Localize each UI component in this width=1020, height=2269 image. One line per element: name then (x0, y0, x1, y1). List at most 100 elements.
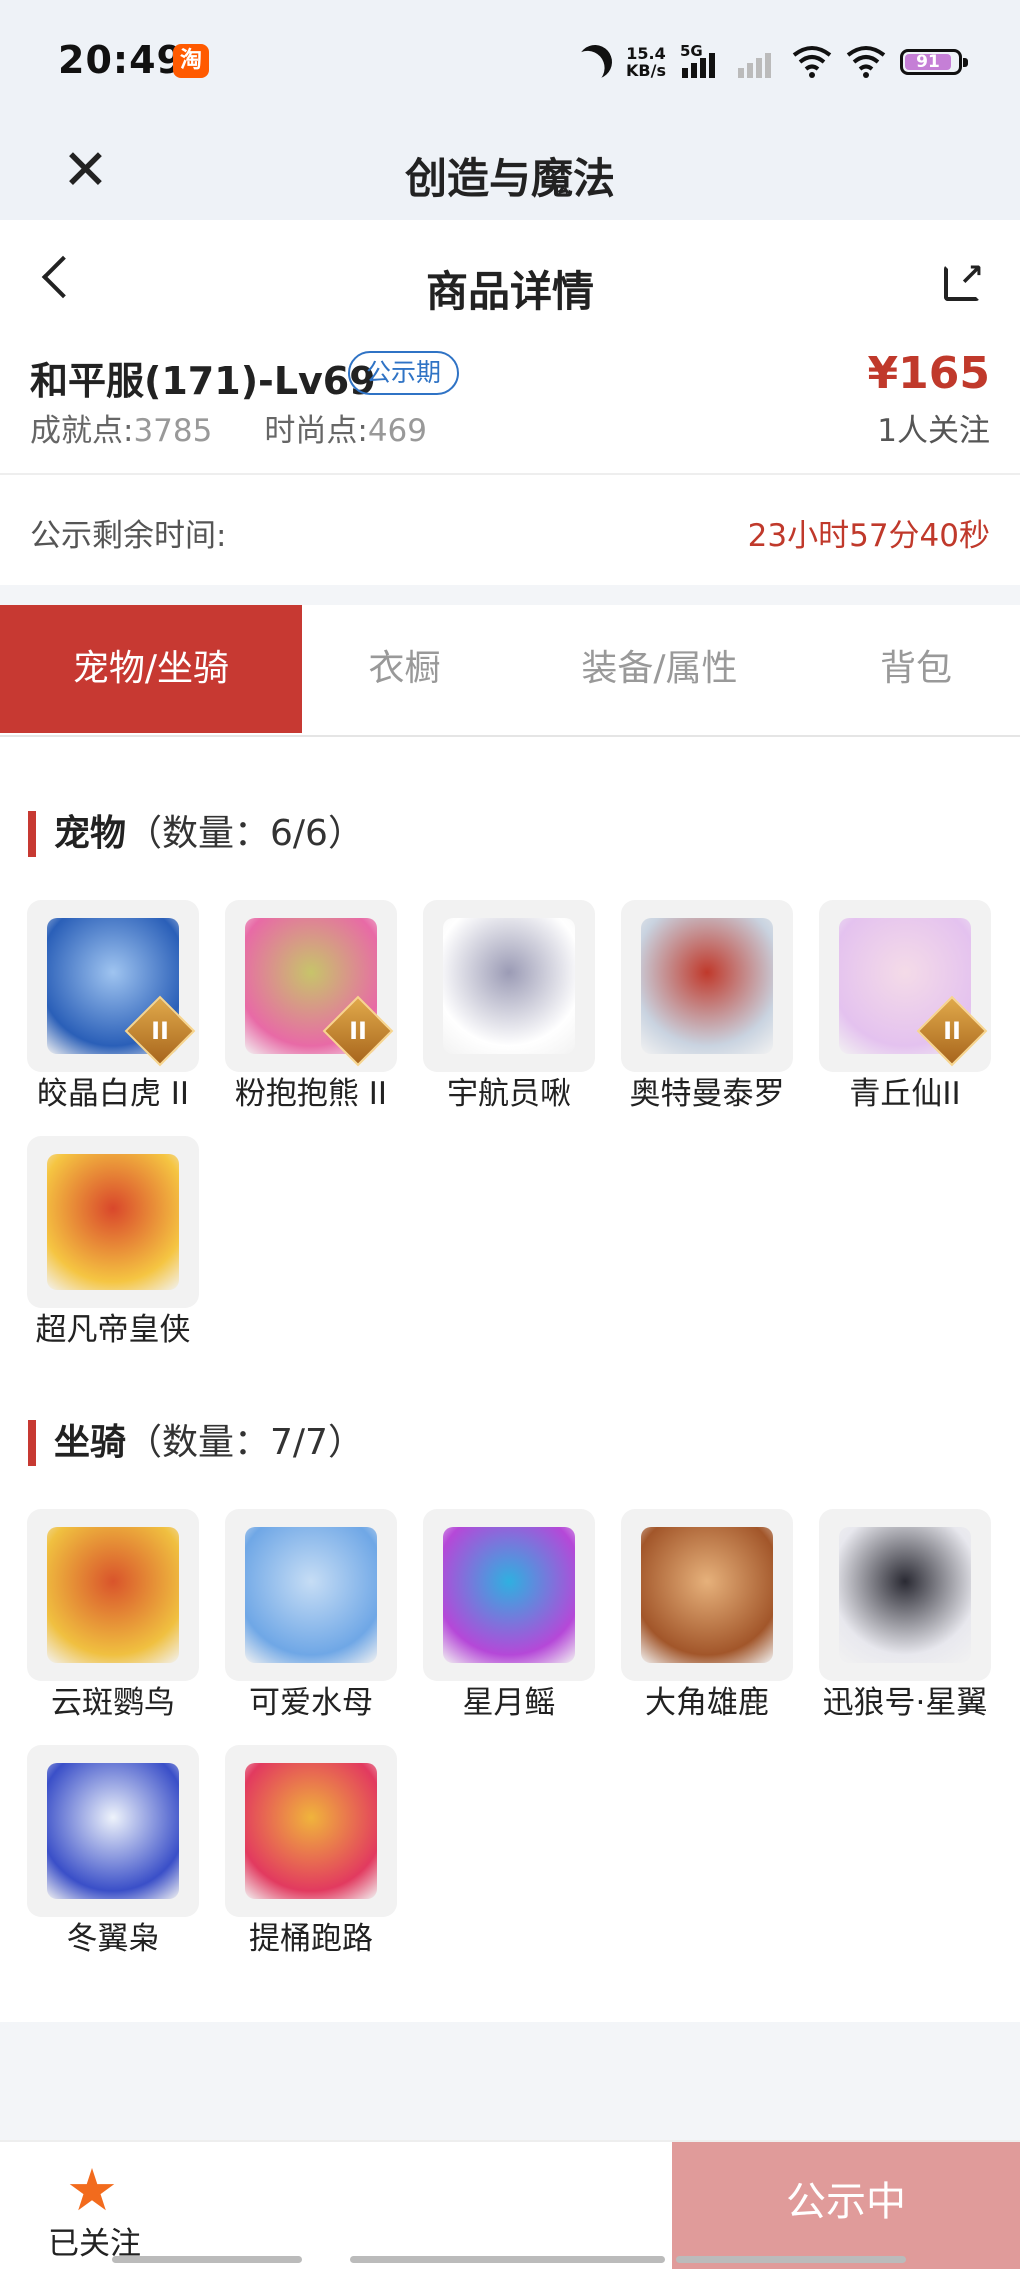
divider (0, 473, 1020, 475)
pet-name: 宇航员啾 (447, 1076, 571, 1112)
nav-handle-left (112, 2256, 302, 2263)
pet-thumbnail: II (27, 900, 199, 1072)
achievement-value: 3785 (133, 413, 213, 449)
mount-item[interactable]: 提桶跑路 (225, 1745, 397, 1959)
level-badge-text: II (349, 1017, 367, 1045)
publicizing-button[interactable]: 公示中 (672, 2142, 1020, 2269)
nav-handle-right (676, 2256, 906, 2263)
taobao-app-icon: 淘 (173, 44, 209, 78)
mount-item[interactable]: 可爱水母 (225, 1509, 397, 1723)
mount-item[interactable]: 大角雄鹿 (621, 1509, 793, 1723)
battery-icon: 91 (900, 49, 968, 75)
mount-image (443, 1527, 575, 1663)
tab-equipment-attributes[interactable]: 装备/属性 (507, 605, 812, 733)
mount-thumbnail (27, 1509, 199, 1681)
tab-bar: 宠物/坐骑 衣橱 装备/属性 背包 (0, 605, 1020, 737)
pet-thumbnail: II (819, 900, 991, 1072)
mount-name: 冬翼枭 (66, 1921, 160, 1957)
points-stats: 成就点:3785 时尚点:469 (30, 405, 427, 450)
pet-name: 超凡帝皇侠 (35, 1312, 191, 1348)
mount-image (245, 1763, 377, 1899)
tab-content: 宠物（数量：6/6） II 皎晶白虎 II II 粉抱抱熊 II 宇航员啾 奥特曼泰罗 II… (0, 737, 1020, 2022)
pet-name: 青丘仙II (849, 1076, 961, 1112)
product-summary-card: 商品详情 ↗ 和平服(171)-Lv69 公示期 ¥165 成就点:3785 时尚… (0, 220, 1020, 585)
pet-item[interactable]: 宇航员啾 (423, 900, 595, 1114)
mount-name: 可爱水母 (249, 1685, 373, 1721)
pets-section-title: 宠物（数量：6/6） (28, 811, 364, 857)
status-icons: 15.4 KB/s 5G 91 (578, 40, 968, 84)
clock: 20:49 (58, 38, 184, 82)
mount-name: 提桶跑路 (249, 1921, 373, 1957)
mount-image (47, 1763, 179, 1899)
mounts-title: 坐骑 (54, 1422, 127, 1463)
pet-image (47, 1154, 179, 1290)
pet-item[interactable]: 奥特曼泰罗 (621, 900, 793, 1114)
tab-backpack[interactable]: 背包 (812, 605, 1020, 733)
pets-count: （数量：6/6） (126, 813, 364, 854)
mounts-count: （数量：7/7） (126, 1422, 364, 1463)
bottom-bar: ★ 已关注 公示中 (0, 2140, 1020, 2269)
product-name: 和平服(171)-Lv69 (30, 359, 376, 403)
detail-header: 商品详情 ↗ (0, 220, 1020, 350)
mount-name: 大角雄鹿 (645, 1685, 769, 1721)
mount-thumbnail (225, 1745, 397, 1917)
app-title: 创造与魔法 (404, 154, 615, 203)
price: ¥165 (867, 348, 990, 399)
app-bar: ✕ 创造与魔法 (0, 125, 1020, 220)
pet-item[interactable]: II 青丘仙II (819, 900, 991, 1114)
mount-item[interactable]: 冬翼枭 (27, 1745, 199, 1959)
pet-name: 粉抱抱熊 II (234, 1076, 388, 1112)
mount-thumbnail (27, 1745, 199, 1917)
pet-thumbnail (27, 1136, 199, 1308)
cellular-signal-icon: 5G (680, 42, 722, 82)
network-speed-unit: KB/s (626, 61, 666, 80)
mount-name: 迅狼号·星翼 (822, 1685, 988, 1721)
pet-thumbnail (423, 900, 595, 1072)
mount-thumbnail (423, 1509, 595, 1681)
mount-item[interactable]: 迅狼号·星翼 (819, 1509, 991, 1723)
page-title: 商品详情 (425, 267, 594, 316)
mount-image (47, 1527, 179, 1663)
status-badge: 公示期 (348, 351, 460, 395)
pet-image (443, 918, 575, 1054)
mount-image (641, 1527, 773, 1663)
pets-title: 宠物 (54, 813, 127, 854)
share-arrow-icon[interactable]: ↗ (959, 258, 984, 293)
watcher-count: 1人关注 (877, 413, 990, 449)
level-badge-text: II (943, 1017, 961, 1045)
mount-name: 星月鳐 (462, 1685, 556, 1721)
pet-name: 皎晶白虎 II (36, 1076, 190, 1112)
mount-thumbnail (225, 1509, 397, 1681)
pet-item[interactable]: II 粉抱抱熊 II (225, 900, 397, 1114)
network-speed-value: 15.4 (626, 44, 666, 63)
tab-pets-mounts[interactable]: 宠物/坐骑 (0, 605, 302, 733)
fashion-value: 469 (367, 413, 427, 449)
mount-image (245, 1527, 377, 1663)
pet-name: 奥特曼泰罗 (629, 1076, 785, 1112)
mount-image (839, 1527, 971, 1663)
mounts-section-title: 坐骑（数量：7/7） (28, 1420, 364, 1466)
pet-item[interactable]: II 皎晶白虎 II (27, 900, 199, 1114)
tab-wardrobe[interactable]: 衣橱 (302, 605, 507, 733)
mount-thumbnail (819, 1509, 991, 1681)
wifi-icon (846, 46, 886, 78)
battery-level: 91 (905, 54, 951, 71)
mount-thumbnail (621, 1509, 793, 1681)
fashion-label: 时尚点: (264, 413, 368, 449)
pet-image (641, 918, 773, 1054)
nav-handle-center[interactable] (350, 2256, 665, 2263)
mount-name: 云斑鹦鸟 (51, 1685, 175, 1721)
achievement-label: 成就点: (30, 413, 134, 449)
mount-item[interactable]: 星月鳐 (423, 1509, 595, 1723)
pet-thumbnail (621, 900, 793, 1072)
cellular-signal-2-icon (736, 42, 778, 82)
remaining-time-label: 公示剩余时间: (30, 518, 227, 554)
network-speed: 15.4 KB/s (626, 45, 666, 79)
pet-thumbnail: II (225, 900, 397, 1072)
mount-item[interactable]: 云斑鹦鸟 (27, 1509, 199, 1723)
pet-item[interactable]: 超凡帝皇侠 (27, 1136, 199, 1350)
wifi-plus-icon (792, 46, 832, 78)
star-icon[interactable]: ★ (66, 2160, 118, 2220)
remaining-time-value: 23小时57分40秒 (747, 518, 990, 554)
level-badge-text: II (151, 1017, 169, 1045)
